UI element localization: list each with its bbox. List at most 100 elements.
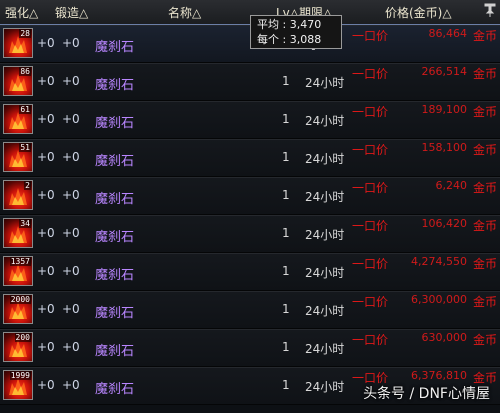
item-name: 魔刹石 — [95, 344, 135, 359]
price-value: 6,300,000 — [411, 293, 467, 306]
item-name: 魔刹石 — [95, 116, 135, 131]
enhance-value: +0 — [37, 188, 55, 202]
item-name: 魔刹石 — [95, 306, 135, 321]
item-name: 魔刹石 — [95, 192, 135, 207]
table-row[interactable]: 34 +0 +0 魔刹石 1 24小时 一口价 106,420 金币 — [0, 215, 500, 253]
table-row[interactable]: 200 +0 +0 魔刹石 1 24小时 一口价 630,000 金币 — [0, 329, 500, 367]
stack-quantity: 34 — [19, 219, 31, 228]
stack-quantity: 1357 — [9, 257, 31, 266]
auction-list-panel: 强化△ 锻造△ 名称△ Lv△期限△ 价格(金币)△ 28+0+0魔刹石时一口价… — [0, 0, 500, 413]
currency-label: 金币 — [472, 29, 497, 43]
forge-value: +0 — [62, 74, 80, 88]
magic-stone-icon[interactable]: 86 — [3, 66, 33, 96]
pin-icon[interactable] — [484, 3, 496, 21]
enhance-value: +0 — [37, 36, 55, 50]
currency-label: 金币 — [472, 257, 497, 271]
listing-period: 24小时 — [305, 152, 345, 166]
price-value: 86,464 — [428, 27, 468, 40]
listing-period: 24小时 — [305, 304, 345, 318]
sort-name-header[interactable]: 名称△ — [168, 4, 201, 21]
enhance-value: +0 — [37, 74, 55, 88]
enhance-value: +0 — [37, 340, 55, 354]
tooltip-each: 每个 : 3,088 — [257, 33, 322, 46]
enhance-value: +0 — [37, 302, 55, 316]
price-value: 189,100 — [421, 103, 468, 116]
table-row[interactable]: 2 +0 +0 魔刹石 1 24小时 一口价 6,240 金币 — [0, 177, 500, 215]
listing-period: 24小时 — [305, 114, 345, 128]
enhance-value: +0 — [37, 378, 55, 392]
price-tooltip: 平均 : 3,470 每个 : 3,088 — [250, 15, 342, 49]
stack-quantity: 61 — [19, 105, 31, 114]
stack-quantity: 86 — [19, 67, 31, 76]
price-value: 4,274,550 — [411, 255, 467, 268]
table-row[interactable]: 86 +0 +0 魔刹石 1 24小时 一口价 266,514 金币 — [0, 63, 500, 101]
stack-quantity: 51 — [19, 143, 31, 152]
enhance-value: +0 — [37, 264, 55, 278]
table-row[interactable]: 51 +0 +0 魔刹石 1 24小时 一口价 158,100 金币 — [0, 139, 500, 177]
forge-value: +0 — [62, 302, 80, 316]
forge-value: +0 — [62, 36, 80, 50]
magic-stone-icon[interactable]: 51 — [3, 142, 33, 172]
sort-forge-header[interactable]: 锻造△ — [55, 4, 88, 21]
price-value: 106,420 — [421, 217, 468, 230]
item-level: 1 — [282, 264, 290, 278]
tooltip-average: 平均 : 3,470 — [257, 18, 322, 31]
table-row[interactable]: 61 +0 +0 魔刹石 1 24小时 一口价 189,100 金币 — [0, 101, 500, 139]
item-name: 魔刹石 — [95, 78, 135, 93]
table-row[interactable]: 2000 +0 +0 魔刹石 1 24小时 一口价 6,300,000 金币 — [0, 291, 500, 329]
magic-stone-icon[interactable]: 200 — [3, 332, 33, 362]
price-value: 6,240 — [435, 179, 468, 192]
buyout-label: 一口价 — [352, 295, 389, 309]
item-level: 1 — [282, 226, 290, 240]
listing-period: 24小时 — [305, 190, 345, 204]
listing-period: 24小时 — [305, 76, 345, 90]
item-level: 1 — [282, 188, 290, 202]
currency-label: 金币 — [472, 181, 497, 195]
forge-value: +0 — [62, 112, 80, 126]
item-name: 魔刹石 — [95, 40, 135, 55]
table-row[interactable]: 1357 +0 +0 魔刹石 1 24小时 一口价 4,274,550 金币 — [0, 253, 500, 291]
item-level: 1 — [282, 150, 290, 164]
forge-value: +0 — [62, 340, 80, 354]
magic-stone-icon[interactable]: 1357 — [3, 256, 33, 286]
price-value: 630,000 — [421, 331, 468, 344]
sort-enhance-header[interactable]: 强化△ — [5, 4, 38, 21]
listing-period: 24小时 — [305, 266, 345, 280]
currency-label: 金币 — [472, 143, 497, 157]
forge-value: +0 — [62, 188, 80, 202]
magic-stone-icon[interactable]: 1999 — [3, 370, 33, 400]
item-level: 1 — [282, 378, 290, 392]
item-name: 魔刹石 — [95, 154, 135, 169]
buyout-label: 一口价 — [352, 105, 389, 119]
item-level: 1 — [282, 74, 290, 88]
forge-value: +0 — [62, 150, 80, 164]
magic-stone-icon[interactable]: 34 — [3, 218, 33, 248]
watermark: 头条号 / DNF心情屋 — [363, 386, 490, 402]
currency-label: 金币 — [472, 333, 497, 347]
item-name: 魔刹石 — [95, 382, 135, 397]
listing-period: 24小时 — [305, 342, 345, 356]
buyout-label: 一口价 — [352, 29, 389, 43]
currency-label: 金币 — [472, 295, 497, 309]
magic-stone-icon[interactable]: 28 — [3, 28, 33, 58]
stack-quantity: 200 — [14, 333, 31, 342]
buyout-label: 一口价 — [352, 333, 389, 347]
buyout-label: 一口价 — [352, 143, 389, 157]
magic-stone-icon[interactable]: 2000 — [3, 294, 33, 324]
forge-value: +0 — [62, 378, 80, 392]
magic-stone-icon[interactable]: 2 — [3, 180, 33, 210]
sort-price-header[interactable]: 价格(金币)△ — [385, 4, 452, 21]
buyout-label: 一口价 — [352, 181, 389, 195]
enhance-value: +0 — [37, 112, 55, 126]
forge-value: +0 — [62, 264, 80, 278]
buyout-label: 一口价 — [352, 219, 389, 233]
enhance-value: +0 — [37, 150, 55, 164]
item-name: 魔刹石 — [95, 268, 135, 283]
magic-stone-icon[interactable]: 61 — [3, 104, 33, 134]
stack-quantity: 1999 — [9, 371, 31, 380]
item-name: 魔刹石 — [95, 230, 135, 245]
stack-quantity: 2 — [24, 181, 31, 190]
enhance-value: +0 — [37, 226, 55, 240]
currency-label: 金币 — [472, 219, 497, 233]
listing-period: 24小时 — [305, 380, 345, 394]
